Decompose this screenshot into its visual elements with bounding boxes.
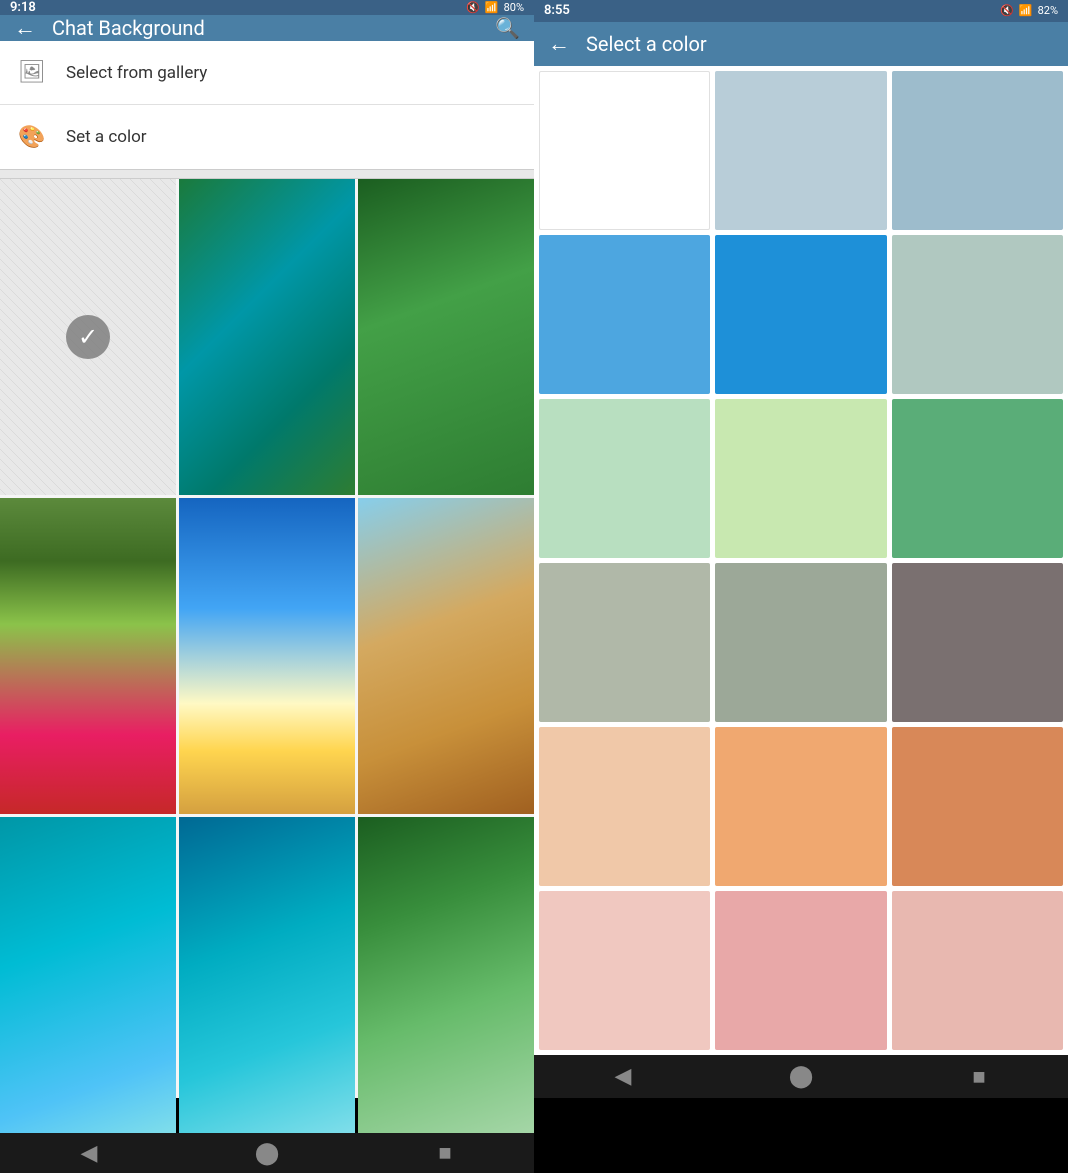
right-time: 8:55 [544,3,570,18]
right-recent-nav-button[interactable]: ■ [949,1057,1009,1097]
left-app-bar: ← Chat Background 🔍 [0,15,534,41]
check-icon: ✓ [78,323,98,351]
right-home-nav-button[interactable]: ⬤ [771,1057,831,1097]
left-status-bar: 9:18 🔇 📶 80% [0,0,534,15]
color-pink-pale[interactable] [539,891,710,1050]
right-back-button[interactable]: ← [548,31,570,57]
right-mute-icon: 🔇 [1000,4,1014,17]
color-light-blue-2[interactable] [892,71,1063,230]
section-divider [0,169,534,179]
left-time: 9:18 [10,0,36,15]
color-green-medium[interactable] [892,399,1063,558]
wallpaper-pool[interactable] [179,817,355,1133]
wallpaper-ocean[interactable] [0,817,176,1133]
mute-icon: 🔇 [466,1,480,14]
color-pink-medium[interactable] [715,891,886,1050]
right-title: Select a color [586,32,1054,56]
right-status-icons: 🔇 📶 82% [1000,4,1058,17]
left-bottom-nav: ◀ ⬤ ■ [0,1133,534,1173]
color-gray-medium[interactable] [715,563,886,722]
color-green-pale[interactable] [539,399,710,558]
left-title: Chat Background [52,16,479,40]
recent-nav-button[interactable]: ■ [415,1133,475,1173]
right-bottom-nav: ◀ ⬤ ■ [534,1055,1068,1098]
left-status-icons: 🔇 📶 80% [466,1,524,14]
battery-label: 80% [504,1,524,14]
color-label: Set a color [66,127,147,147]
gallery-icon: 🖼 [18,59,46,87]
color-pink-light[interactable] [892,891,1063,1050]
gallery-label: Select from gallery [66,63,207,83]
color-gray-dark[interactable] [892,563,1063,722]
color-gray-warm[interactable] [539,563,710,722]
left-panel: 9:18 🔇 📶 80% ← Chat Background 🔍 🖼 Selec… [0,0,534,1098]
color-grid [534,66,1068,1055]
wallpaper-aerial[interactable] [179,179,355,495]
gallery-menu-item[interactable]: 🖼 Select from gallery [0,41,534,105]
color-orange-light[interactable] [715,727,886,886]
right-back-nav-button[interactable]: ◀ [593,1057,653,1097]
wallpaper-jungle[interactable] [358,817,534,1133]
color-green-light[interactable] [715,399,886,558]
right-app-bar: ← Select a color [534,22,1068,67]
right-status-bar: 8:55 🔇 📶 82% [534,0,1068,22]
color-blue-medium[interactable] [715,235,886,394]
color-peach-light[interactable] [539,727,710,886]
wallpaper-desert[interactable] [358,498,534,814]
wallpaper-lighthouse[interactable] [179,498,355,814]
wallpaper-sketch[interactable]: ✓ [0,179,176,495]
color-menu-item[interactable]: 🎨 Set a color [0,105,534,169]
wifi-icon: 📶 [485,1,499,14]
wallpaper-leaf[interactable] [358,179,534,495]
color-light-blue-1[interactable] [715,71,886,230]
menu-section: 🖼 Select from gallery 🎨 Set a color [0,41,534,169]
selected-indicator: ✓ [66,315,110,359]
color-orange-medium[interactable] [892,727,1063,886]
right-panel: 8:55 🔇 📶 82% ← Select a color [534,0,1068,1098]
wallpaper-grid: ✓ [0,179,534,1133]
color-blue-muted[interactable] [892,235,1063,394]
right-wifi-icon: 📶 [1019,4,1033,17]
search-icon[interactable]: 🔍 [495,16,520,40]
home-nav-button[interactable]: ⬤ [237,1133,297,1173]
color-icon: 🎨 [18,123,46,151]
color-white[interactable] [539,71,710,230]
right-battery-label: 82% [1038,4,1058,17]
back-nav-button[interactable]: ◀ [59,1133,119,1173]
wallpaper-paris[interactable] [0,498,176,814]
left-back-button[interactable]: ← [14,15,36,41]
color-blue-light[interactable] [539,235,710,394]
